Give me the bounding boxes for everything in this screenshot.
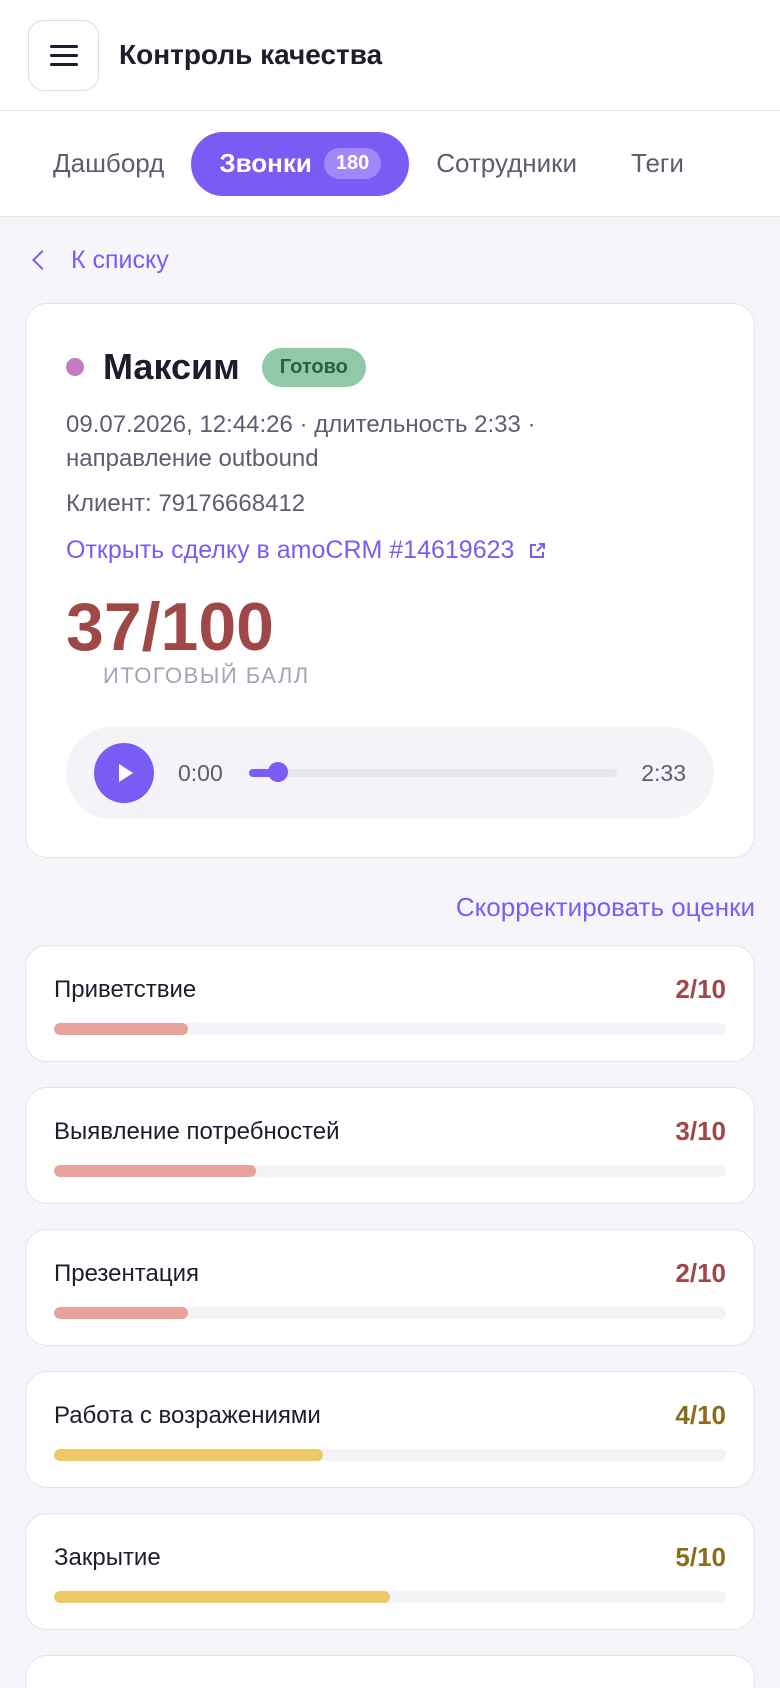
criteria-list: Приветствие 2/10 Выявление потребностей … [25, 945, 755, 1688]
criterion-card: Закрытие 5/10 [25, 1513, 755, 1630]
adjust-scores-link[interactable]: Скорректировать оценки [25, 858, 755, 945]
duration-time: 2:33 [641, 759, 686, 786]
back-label: К списку [71, 245, 169, 274]
criterion-name: Приветствие [54, 975, 197, 1003]
tab-bar: Дашборд Звонки 180 Сотрудники Теги [0, 111, 780, 217]
current-time: 0:00 [178, 759, 223, 786]
criterion-card-partial [25, 1655, 755, 1688]
tab-label: Сотрудники [436, 148, 578, 178]
criterion-bar-fill [54, 1591, 390, 1603]
total-score: 37/100 [66, 589, 274, 665]
chevron-left-icon [32, 250, 52, 270]
external-link-icon [530, 542, 546, 558]
back-to-list-link[interactable]: К списку [25, 217, 755, 303]
call-card: Максим Готово 09.07.2026, 12:44:26 · дли… [25, 303, 755, 858]
crm-deal-link[interactable]: Открыть сделку в amoCRM #14619623 [66, 536, 714, 565]
criterion-score: 4/10 [675, 1400, 726, 1430]
audio-player: 0:00 2:33 [66, 727, 714, 819]
status-dot-icon [66, 358, 84, 376]
criterion-score: 2/10 [675, 974, 726, 1004]
tab-label: Звонки [219, 148, 312, 178]
call-meta-line: направление outbound [66, 445, 319, 472]
main-content: К списку Максим Готово 09.07.2026, 12:44… [0, 217, 780, 1688]
play-button[interactable] [94, 743, 154, 803]
criterion-score: 5/10 [675, 1542, 726, 1572]
criterion-name: Выявление потребностей [54, 1117, 340, 1145]
status-badge: Готово [261, 347, 366, 387]
tab-label: Теги [631, 148, 684, 178]
tab-calls[interactable]: Звонки 180 [191, 131, 410, 196]
tab-dashboard[interactable]: Дашборд [26, 132, 191, 196]
app-title: Контроль качества [119, 39, 383, 70]
criterion-bar-fill [54, 1023, 189, 1035]
client-phone: Клиент: 79176668412 [66, 490, 306, 517]
criterion-card: Приветствие 2/10 [25, 945, 755, 1062]
tab-label: Дашборд [53, 148, 165, 178]
criterion-card: Работа с возражениями 4/10 [25, 1371, 755, 1488]
criterion-name: Презентация [54, 1259, 199, 1287]
criterion-bar [54, 1591, 726, 1603]
criterion-score: 2/10 [675, 1258, 726, 1288]
call-meta-line: 09.07.2026, 12:44:26 · длительность 2:33… [66, 411, 536, 438]
criterion-card: Презентация 2/10 [25, 1229, 755, 1346]
app-root: Контроль качества Дашборд Звонки 180 Сот… [0, 0, 780, 1688]
criterion-score: 3/10 [675, 1116, 726, 1146]
calls-count-badge: 180 [323, 148, 382, 179]
seek-handle[interactable] [268, 762, 289, 782]
criterion-name: Работа с возражениями [54, 1401, 321, 1429]
criterion-bar [54, 1165, 726, 1177]
hamburger-icon [49, 39, 78, 72]
call-meta: 09.07.2026, 12:44:26 · длительность 2:33… [66, 408, 714, 476]
criterion-bar [54, 1307, 726, 1319]
criterion-bar-fill [54, 1449, 323, 1461]
criterion-bar-fill [54, 1307, 189, 1319]
criterion-bar [54, 1449, 726, 1461]
seek-slider[interactable] [248, 762, 618, 782]
tab-employees[interactable]: Сотрудники [409, 132, 604, 196]
total-score-label: ИТОГОВЫЙ БАЛЛ [103, 663, 310, 688]
top-bar: Контроль качества [0, 0, 780, 111]
play-icon [119, 764, 133, 782]
criterion-bar [54, 1023, 726, 1035]
criterion-card: Выявление потребностей 3/10 [25, 1087, 755, 1204]
menu-button[interactable] [28, 19, 99, 91]
caller-row: Максим Готово [66, 346, 714, 388]
crm-link-label: Открыть сделку в amoCRM #14619623 [66, 536, 515, 564]
criterion-name: Закрытие [54, 1543, 161, 1571]
tab-tags[interactable]: Теги [604, 132, 711, 196]
criterion-bar-fill [54, 1165, 256, 1177]
caller-name: Максим [103, 346, 240, 387]
